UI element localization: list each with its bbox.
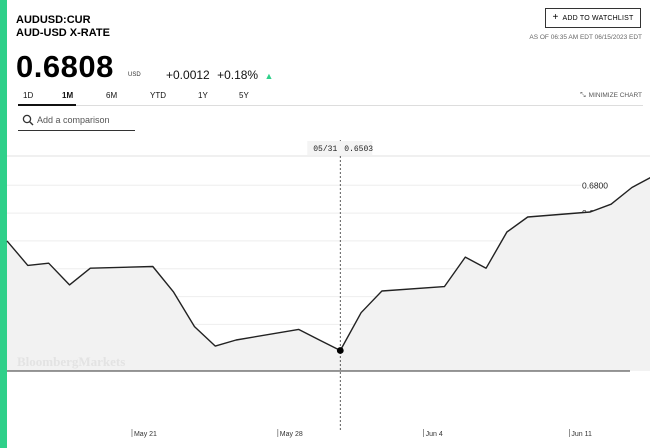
tooltip-value: 0.6503 xyxy=(344,145,373,154)
x-tick-label: May 21 xyxy=(134,431,157,438)
bloomberg-watermark: BloombergMarkets xyxy=(17,354,125,369)
x-tick-label: May 28 xyxy=(280,431,303,438)
y-tick-label: 0.6800 xyxy=(582,180,608,190)
x-tick-label: Jun 4 xyxy=(426,431,443,438)
price-chart: 0.68000.67500.67000.66500.66000.6550Bloo… xyxy=(6,140,650,438)
tooltip-date: 05/31 xyxy=(313,145,337,154)
highlight-point xyxy=(336,347,344,354)
x-tick-label: Jun 11 xyxy=(571,431,592,438)
